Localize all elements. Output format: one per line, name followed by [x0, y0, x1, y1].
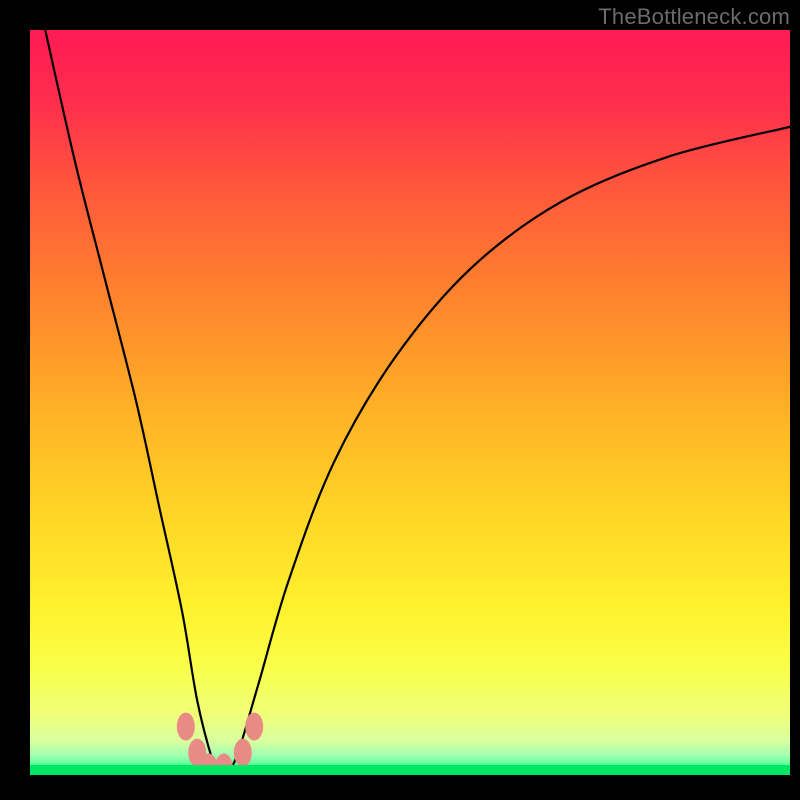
watermark-text: TheBottleneck.com — [598, 4, 790, 30]
bottleneck-curve — [45, 30, 790, 775]
curve-layer — [30, 30, 790, 775]
bottom-green-bar — [30, 765, 790, 775]
chart-frame: TheBottleneck.com — [0, 0, 800, 800]
curve-marker — [234, 739, 252, 767]
plot-area — [30, 30, 790, 775]
curve-marker — [245, 713, 263, 741]
curve-marker — [177, 713, 195, 741]
